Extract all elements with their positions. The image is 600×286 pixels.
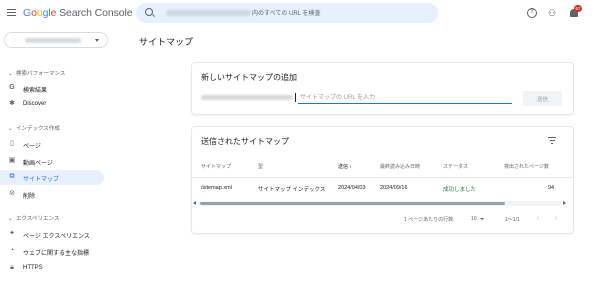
- filter-icon[interactable]: [548, 137, 556, 144]
- url-inspection-search[interactable]: 内のすべての URL を検査: [136, 3, 438, 23]
- sidebar-item-core-web-vitals[interactable]: ◔ ウェブに関する主な指標: [0, 244, 104, 259]
- column-header-last-read[interactable]: 最終読み込み日時: [380, 163, 420, 170]
- pagination-range: 1〜1/1: [505, 217, 520, 223]
- column-header-type[interactable]: 型: [258, 163, 263, 170]
- sidebar-item-video-pages[interactable]: ▣ 動画ページ: [0, 154, 104, 169]
- redacted-property-name: [166, 10, 251, 16]
- removal-icon: ⊘: [9, 190, 15, 197]
- submitted-sitemaps-card: 送信されたサイトマップ サイトマップ 型 送信 ↓ 最終読み込み日時 ステータス…: [192, 127, 573, 233]
- sitemap-icon: ⧉: [9, 173, 15, 180]
- sidebar-item-removals[interactable]: ⊘ 削除: [0, 187, 104, 202]
- submit-button[interactable]: 送信: [523, 91, 562, 106]
- video-page-icon: ▣: [8, 157, 16, 164]
- redacted-property: [25, 38, 81, 43]
- help-icon[interactable]: ?: [527, 8, 537, 18]
- sidebar-item-search-results[interactable]: G 検索結果: [0, 81, 104, 96]
- notifications-bell-icon[interactable]: 67: [570, 5, 582, 18]
- lock-icon: 🔒︎: [10, 264, 14, 271]
- previous-page-icon[interactable]: ‹: [537, 215, 539, 222]
- web-vitals-icon: ◔: [9, 247, 15, 254]
- column-header-sitemap[interactable]: サイトマップ: [201, 163, 231, 170]
- google-g-icon: G: [9, 84, 15, 91]
- section-indexing[interactable]: ⌄ インデックス作成: [8, 124, 60, 132]
- sidebar-item-pages[interactable]: ▯ ページ: [0, 137, 104, 152]
- scroll-right-arrow-icon[interactable]: [563, 201, 566, 205]
- product-name: Search Console: [59, 7, 133, 19]
- chevron-down-icon: [479, 217, 484, 220]
- chevron-down-icon: [95, 39, 99, 42]
- column-header-discovered-pages[interactable]: 検出されたページ数: [504, 163, 549, 170]
- cell-submitted: 2024/04/03: [338, 185, 366, 191]
- add-sitemap-card: 新しいサイトマップの追加 送信: [192, 63, 573, 114]
- section-search-performance[interactable]: ⌄ 検索パフォーマンス: [8, 69, 65, 77]
- sidebar-item-https[interactable]: 🔒︎ HTTPS: [0, 261, 104, 276]
- search-icon: [145, 8, 153, 16]
- section-experience[interactable]: ⌄ エクスペリエンス: [8, 214, 59, 222]
- google-wordmark: Google: [23, 7, 57, 19]
- redacted-url-prefix: [201, 95, 293, 100]
- page-experience-icon: ✦: [9, 230, 15, 237]
- discover-asterisk-icon: ✱: [9, 100, 15, 107]
- cell-status: 成功しました: [443, 187, 477, 193]
- row-divider: [192, 177, 573, 178]
- rows-per-page-select[interactable]: 10: [471, 216, 484, 222]
- page-title: サイトマップ: [139, 37, 194, 47]
- submitted-sitemaps-title: 送信されたサイトマップ: [201, 137, 289, 146]
- sort-arrow-down-icon: ↓: [349, 164, 352, 170]
- notification-badge: 67: [574, 5, 582, 12]
- add-sitemap-title: 新しいサイトマップの追加: [201, 73, 297, 82]
- rows-per-page-label: 1 ページあたりの行数:: [404, 217, 455, 223]
- sidebar-item-page-experience[interactable]: ✦ ページ エクスペリエンス: [0, 227, 104, 242]
- cell-pages: 94: [548, 185, 555, 191]
- next-page-icon[interactable]: ›: [555, 215, 557, 222]
- property-selector[interactable]: [4, 32, 108, 48]
- search-console-app: Google Search Console 内のすべての URL を検査 ? ⚇…: [0, 0, 600, 286]
- column-header-submitted[interactable]: 送信 ↓: [338, 163, 352, 170]
- manage-users-icon[interactable]: ⚇: [548, 8, 558, 18]
- sitemap-url-input[interactable]: [298, 92, 512, 104]
- search-placeholder: 内のすべての URL を検査: [252, 11, 321, 17]
- cell-type: サイトマップ インデックス: [258, 187, 326, 193]
- menu-icon[interactable]: [7, 9, 16, 16]
- scrollbar-thumb[interactable]: [200, 202, 505, 205]
- top-bar: Google Search Console 内のすべての URL を検査 ? ⚇…: [0, 0, 600, 26]
- horizontal-scrollbar[interactable]: [193, 201, 566, 206]
- cell-sitemap: /sitemap.xml: [201, 185, 232, 191]
- sidebar-item-sitemaps[interactable]: ⧉ サイトマップ: [0, 170, 104, 185]
- product-logo[interactable]: Google Search Console: [23, 7, 133, 19]
- page-icon: ▯: [10, 140, 14, 147]
- sidebar-item-discover[interactable]: ✱ Discover: [0, 97, 104, 112]
- text-cursor: [295, 93, 296, 102]
- scroll-left-arrow-icon[interactable]: [193, 201, 196, 205]
- cell-last-read: 2024/09/16: [380, 185, 408, 191]
- column-header-status[interactable]: ステータス: [443, 163, 468, 170]
